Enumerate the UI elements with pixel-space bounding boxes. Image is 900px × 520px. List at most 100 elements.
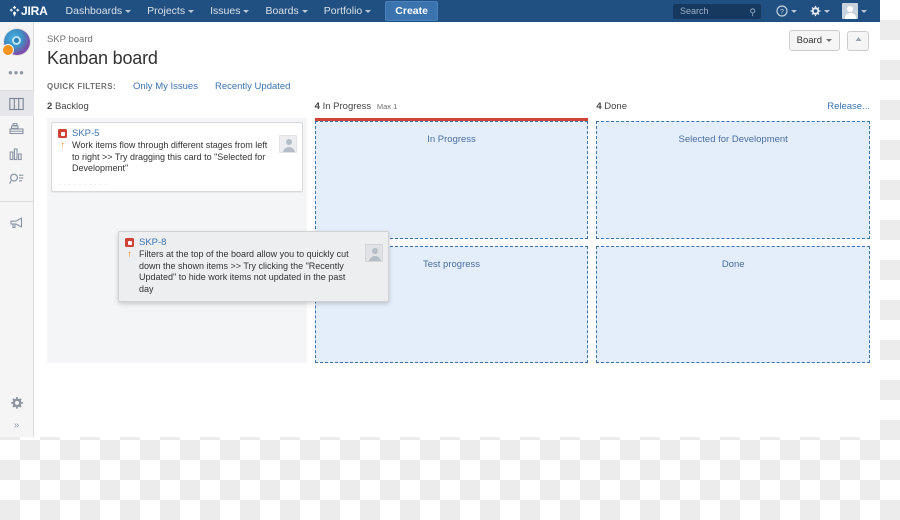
dropzone-gap bbox=[596, 239, 870, 246]
board-menu-button[interactable]: Board bbox=[788, 30, 840, 51]
card-key-row: SKP-8 bbox=[125, 237, 382, 248]
sidebar-item-project-settings[interactable] bbox=[0, 390, 34, 415]
issues-search-icon bbox=[8, 172, 25, 186]
nav-item-label: Boards bbox=[265, 5, 299, 17]
sidebar-divider bbox=[0, 201, 34, 202]
settings-button[interactable] bbox=[804, 0, 835, 22]
jira-mark-icon bbox=[9, 5, 20, 17]
collapse-icon bbox=[854, 35, 863, 46]
quick-filters-bar: QUICK FILTERS: Only My Issues Recently U… bbox=[34, 69, 880, 92]
release-link[interactable]: Release... bbox=[827, 101, 870, 112]
nav-item-label: Dashboards bbox=[65, 5, 123, 17]
card-body-row: ↑ Work items flow through different stag… bbox=[58, 140, 296, 175]
board-menu-label: Board bbox=[796, 35, 822, 46]
nav-item-dashboards[interactable]: Dashboards bbox=[58, 0, 140, 22]
quick-filter-recently-updated[interactable]: Recently Updated bbox=[215, 81, 291, 92]
nav-item-label: Projects bbox=[147, 5, 186, 17]
chevron-down-icon bbox=[791, 9, 797, 13]
column-header-in-progress: 4 In Progress Max 1 bbox=[315, 101, 589, 118]
content-area: SKP board Kanban board QUICK FILTERS: On… bbox=[34, 22, 880, 437]
search-input[interactable] bbox=[674, 4, 744, 18]
backlog-icon bbox=[9, 122, 24, 136]
breadcrumb[interactable]: SKP board bbox=[34, 22, 880, 45]
sidebar-expand-button[interactable]: » bbox=[0, 415, 34, 437]
gear-icon bbox=[809, 5, 821, 17]
column-name: In Progress bbox=[322, 101, 372, 112]
create-button[interactable]: Create bbox=[385, 1, 438, 21]
avatar-icon bbox=[842, 3, 858, 19]
column-max-limit: Max 1 bbox=[376, 102, 398, 111]
assignee-avatar[interactable] bbox=[365, 244, 383, 262]
quick-filters-label: QUICK FILTERS: bbox=[47, 82, 117, 91]
column-name: Done bbox=[604, 101, 627, 112]
bug-icon bbox=[58, 129, 67, 138]
assignee-avatar[interactable] bbox=[278, 135, 297, 153]
priority-major-up-arrow-icon: ↑ bbox=[60, 140, 65, 151]
board-column-headers: 2 Backlog 4 In Progress Max 1 4 Done Rel… bbox=[47, 101, 870, 118]
dropzone-selected-for-development[interactable]: Selected for Development bbox=[596, 121, 870, 239]
reports-chart-icon bbox=[9, 147, 24, 161]
sidebar-item-board[interactable] bbox=[0, 91, 34, 116]
bug-icon bbox=[125, 238, 134, 247]
chevron-down-icon bbox=[243, 9, 250, 13]
page-title: Kanban board bbox=[47, 48, 158, 68]
nav-right-group: ⚲ ? bbox=[673, 0, 880, 22]
sidebar-item-reports[interactable] bbox=[0, 141, 34, 166]
sidebar-more-button[interactable]: ••• bbox=[8, 66, 25, 80]
kanban-board: 2 Backlog 4 In Progress Max 1 4 Done Rel… bbox=[47, 101, 870, 376]
issue-summary: Work items flow through different stages… bbox=[72, 140, 268, 173]
collapse-header-button[interactable] bbox=[847, 30, 869, 51]
nav-item-portfolio[interactable]: Portfolio bbox=[316, 0, 380, 22]
nav-item-label: Issues bbox=[210, 5, 241, 17]
column-header-done: 4 Done Release... bbox=[596, 101, 870, 118]
jira-logo-text: JIRA bbox=[21, 4, 48, 18]
svg-text:?: ? bbox=[780, 9, 784, 16]
column-count: 4 bbox=[596, 101, 602, 112]
board-columns-icon bbox=[9, 97, 24, 111]
sidebar-item-announcements[interactable] bbox=[0, 210, 34, 235]
sidebar-item-issues[interactable] bbox=[0, 166, 34, 191]
column-name: Backlog bbox=[54, 101, 89, 112]
top-navigation-bar: JIRA Dashboards Projects Issues Boards P… bbox=[0, 0, 880, 22]
dropzone-done[interactable]: Done bbox=[596, 245, 870, 363]
card-key-row: SKP-5 bbox=[58, 128, 296, 139]
project-avatar-icon[interactable] bbox=[1, 29, 30, 56]
help-button[interactable]: ? bbox=[771, 0, 802, 22]
chevron-down-icon bbox=[824, 9, 830, 13]
search-box[interactable]: ⚲ bbox=[673, 3, 761, 19]
jira-app-window: JIRA Dashboards Projects Issues Boards P… bbox=[0, 0, 880, 437]
header-actions: Board bbox=[788, 30, 869, 51]
dragging-issue-card[interactable]: SKP-8 ↑ Filters at the top of the board … bbox=[118, 231, 389, 302]
sidebar-item-backlog[interactable] bbox=[0, 116, 34, 141]
issue-summary: Filters at the top of the board allow yo… bbox=[139, 249, 349, 294]
search-icon: ⚲ bbox=[749, 6, 756, 17]
chevron-down-icon bbox=[188, 9, 195, 13]
profile-button[interactable] bbox=[837, 0, 872, 22]
nav-item-label: Portfolio bbox=[323, 5, 363, 17]
chevron-down-icon bbox=[301, 9, 308, 13]
card-body-row: ↑ Filters at the top of the board allow … bbox=[125, 249, 382, 295]
chevron-down-icon bbox=[125, 9, 132, 13]
dropzone-in-progress[interactable]: In Progress bbox=[314, 121, 589, 239]
column-count: 4 bbox=[314, 101, 320, 112]
quick-filter-only-my-issues[interactable]: Only My Issues bbox=[133, 81, 198, 92]
column-count: 2 bbox=[47, 101, 53, 112]
nav-item-issues[interactable]: Issues bbox=[202, 0, 257, 22]
megaphone-icon bbox=[9, 216, 25, 230]
project-avatar-inner bbox=[11, 36, 21, 45]
issue-key[interactable]: SKP-8 bbox=[139, 237, 166, 248]
nav-item-projects[interactable]: Projects bbox=[139, 0, 202, 22]
question-circle-icon: ? bbox=[776, 5, 788, 17]
issue-card[interactable]: SKP-5 ↑ Work items flow through differen… bbox=[51, 122, 303, 192]
card-drag-handle[interactable]: ·········· bbox=[58, 180, 296, 188]
chevron-down-icon bbox=[826, 39, 832, 42]
sidebar-bottom-group: » bbox=[0, 390, 34, 437]
nav-item-boards[interactable]: Boards bbox=[257, 0, 315, 22]
column-header-backlog: 2 Backlog bbox=[47, 101, 307, 118]
jira-logo[interactable]: JIRA bbox=[0, 4, 58, 18]
chevron-down-icon bbox=[861, 9, 867, 13]
issue-key[interactable]: SKP-5 bbox=[72, 128, 99, 139]
column-done[interactable]: Selected for Development Done bbox=[596, 118, 870, 363]
gear-icon bbox=[10, 396, 24, 410]
left-sidebar: ••• » bbox=[0, 22, 34, 437]
